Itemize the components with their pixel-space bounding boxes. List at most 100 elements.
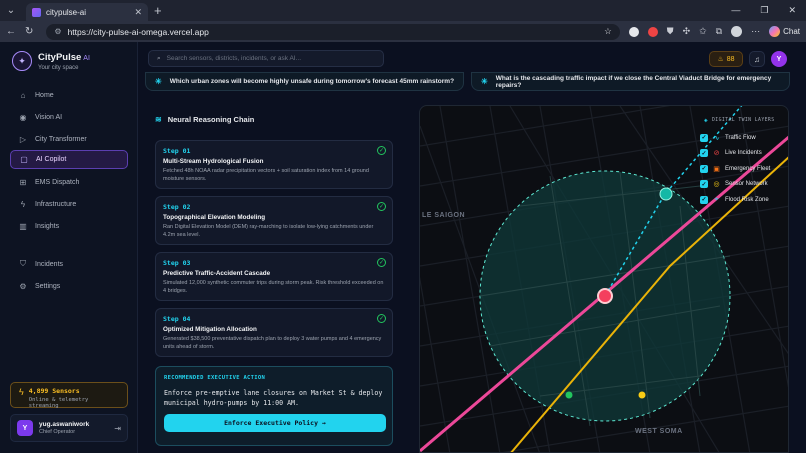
sensor-status: Online & telemetry streaming: [28, 397, 89, 409]
brand[interactable]: ✦ CityPulse AI Your city space: [12, 51, 90, 71]
check-circle-icon: ✓: [377, 314, 386, 323]
step-number: Step 03: [163, 259, 191, 267]
search-input[interactable]: ⌕ Search sensors, districts, incidents, …: [148, 50, 384, 67]
address-bar-row: ← ↻ ⚙ https://city-pulse-ai-omega.vercel…: [0, 21, 806, 42]
step-number: Step 02: [163, 203, 191, 211]
layer-toggle-emergency-fleet[interactable]: ✓ ▣ Emergency Fleet: [700, 161, 790, 177]
user-card[interactable]: Y yug.aswaniwork Chief Operator ⇥: [10, 414, 128, 442]
flame-icon: ♨: [717, 56, 724, 63]
logout-icon[interactable]: ⇥: [114, 424, 121, 433]
close-tab-icon[interactable]: ✕: [134, 7, 142, 18]
shield-icon: ⛉: [20, 259, 26, 268]
enforce-policy-button[interactable]: Enforce Executive Policy →: [164, 414, 386, 433]
layer-toggle-flood-risk[interactable]: ✓ ⌖ Flood Risk Zone: [700, 192, 790, 208]
sidebar-item-incidents[interactable]: ⛉ Incidents: [10, 255, 128, 273]
check-circle-icon: ✓: [377, 258, 386, 267]
district-label: LE SAIGON: [422, 212, 466, 219]
checkbox[interactable]: ✓: [700, 133, 708, 142]
collections-icon[interactable]: ⧉: [716, 26, 722, 37]
recommendation-text: Enforce pre-emptive lane closures on Mar…: [164, 389, 383, 408]
sidebar-item-settings[interactable]: ⚙ Settings: [10, 277, 128, 295]
checkbox[interactable]: ✓: [700, 180, 708, 189]
checkbox[interactable]: ✓: [700, 195, 708, 204]
sensor-marker[interactable]: [565, 391, 573, 399]
extension-icon[interactable]: [647, 26, 658, 37]
search-icon: ⌕: [157, 54, 161, 62]
app-root: ✦ CityPulse AI Your city space ⌂ Home ◉ Vis…: [0, 42, 806, 453]
sidebar-item-city-transformer[interactable]: ▷ City Transformer: [10, 130, 128, 148]
play-icon: ▷: [19, 134, 27, 144]
checkbox[interactable]: ✓: [700, 149, 708, 158]
bar-chart-icon: ▥: [19, 221, 27, 231]
puzzle-icon[interactable]: ✣: [683, 26, 691, 37]
profile-avatar[interactable]: Y: [771, 51, 787, 67]
sidebar-item-home[interactable]: ⌂ Home: [10, 86, 128, 104]
step-title: Multi-Stream Hydrological Fusion: [163, 158, 264, 165]
extension-icon[interactable]: [628, 26, 639, 37]
layer-toggle-live-incidents[interactable]: ✓ ⊘ Live Incidents: [700, 146, 790, 162]
sensor-count: 4,899 Sensors: [28, 387, 80, 395]
arrow-right-icon: →: [322, 419, 326, 428]
browser-tab[interactable]: citypulse-ai ✕: [26, 3, 148, 21]
chat-icon: ▢: [20, 155, 28, 164]
layer-toggle-traffic-flow[interactable]: ✓ ∿ Traffic Flow: [700, 130, 790, 146]
new-tab-icon[interactable]: +: [154, 3, 162, 18]
sidebar-item-insights[interactable]: ▥ Insights: [10, 217, 128, 235]
gear-icon: ⚙: [19, 281, 27, 291]
scrollbar[interactable]: [790, 105, 806, 453]
sidebar-item-vision-ai[interactable]: ◉ Vision AI: [10, 108, 128, 126]
tab-title: citypulse-ai: [46, 7, 87, 17]
logo-icon: ✦: [12, 51, 32, 71]
layers-icon: ≋: [155, 115, 162, 124]
step-title: Optimized Mitigation Allocation: [163, 326, 257, 333]
sensor-status-card: ϟ 4,899 Sensors Online & telemetry strea…: [10, 382, 128, 409]
sidebar-item-infrastructure[interactable]: ϟ Infrastructure: [10, 195, 128, 213]
more-icon[interactable]: ⋯: [751, 26, 760, 37]
tab-search-icon[interactable]: ⌄: [0, 0, 22, 21]
search-placeholder: Search sensors, districts, incidents, or…: [166, 55, 302, 62]
credits-badge[interactable]: ♨ 88: [709, 51, 743, 67]
sidebar-item-ai-copilot[interactable]: ▢ AI Copilot: [10, 150, 128, 169]
favorites-icon[interactable]: ✩: [699, 26, 707, 37]
copilot-icon: [769, 26, 781, 37]
map-layers-panel: ◈ DIGITAL TWIN LAYERS ✓ ∿ Traffic Flow ✓ ⊘ Li…: [700, 117, 790, 208]
sidebar: ✦ CityPulse AI Your city space ⌂ Home ◉ Vis…: [0, 42, 138, 453]
bookmark-star-icon[interactable]: ☆: [604, 26, 612, 37]
reasoning-step: Step 03 Predictive Traffic-Accident Casc…: [155, 252, 393, 301]
close-window-icon[interactable]: ✕: [788, 5, 796, 16]
bolt-icon: ϟ: [20, 199, 26, 209]
checkbox[interactable]: ✓: [700, 164, 708, 173]
url-field[interactable]: ⚙ https://city-pulse-ai-omega.vercel.app…: [46, 23, 620, 40]
step-number: Step 04: [163, 315, 191, 323]
incident-marker[interactable]: [597, 288, 613, 304]
sensor-marker[interactable]: [638, 391, 646, 399]
back-icon[interactable]: ←: [6, 26, 16, 37]
notifications-button[interactable]: ♫: [749, 51, 765, 67]
layer-toggle-sensor-network[interactable]: ✓ ◎ Sensor Network: [700, 177, 790, 193]
check-circle-icon: ✓: [377, 202, 386, 211]
ambulance-icon: ⊞: [19, 177, 27, 187]
check-circle-icon: ✓: [377, 146, 386, 155]
step-description: Ran Digital Elevation Model (DEM) ray-ma…: [163, 224, 374, 238]
restore-icon[interactable]: ❐: [760, 5, 768, 16]
browser-tab-strip: ⌄ citypulse-ai ✕ + — ❐ ✕: [0, 0, 806, 21]
profile-avatar[interactable]: [731, 26, 743, 37]
user-name: yug.aswaniwork: [39, 421, 90, 428]
sparkle-icon: ✳: [155, 77, 162, 86]
ems-unit-marker[interactable]: [659, 187, 673, 201]
site-info-icon[interactable]: ⚙: [54, 27, 61, 36]
minimize-icon[interactable]: —: [731, 5, 740, 16]
suggested-query[interactable]: ✳ Which urban zones will become highly u…: [145, 72, 464, 91]
home-icon: ⌂: [20, 90, 26, 100]
step-title: Topographical Elevation Modeling: [163, 214, 266, 221]
refresh-icon[interactable]: ↻: [25, 26, 33, 37]
activity-icon: ∿: [713, 134, 720, 142]
window-controls: — ❐ ✕: [731, 5, 806, 16]
sidebar-item-ems-dispatch[interactable]: ⊞ EMS Dispatch: [10, 173, 128, 191]
copilot-chat-button[interactable]: Chat: [769, 26, 800, 37]
district-label: WEST SOMA: [635, 428, 683, 435]
suggested-query[interactable]: ✳ What is the cascading traffic impact i…: [471, 72, 790, 91]
shield-extension-icon[interactable]: ⛊: [667, 26, 674, 37]
reasoning-step: Step 01 Multi-Stream Hydrological Fusion…: [155, 140, 393, 189]
recommendation-card: RECOMMENDED EXECUTIVE ACTION Enforce pre…: [155, 366, 393, 446]
